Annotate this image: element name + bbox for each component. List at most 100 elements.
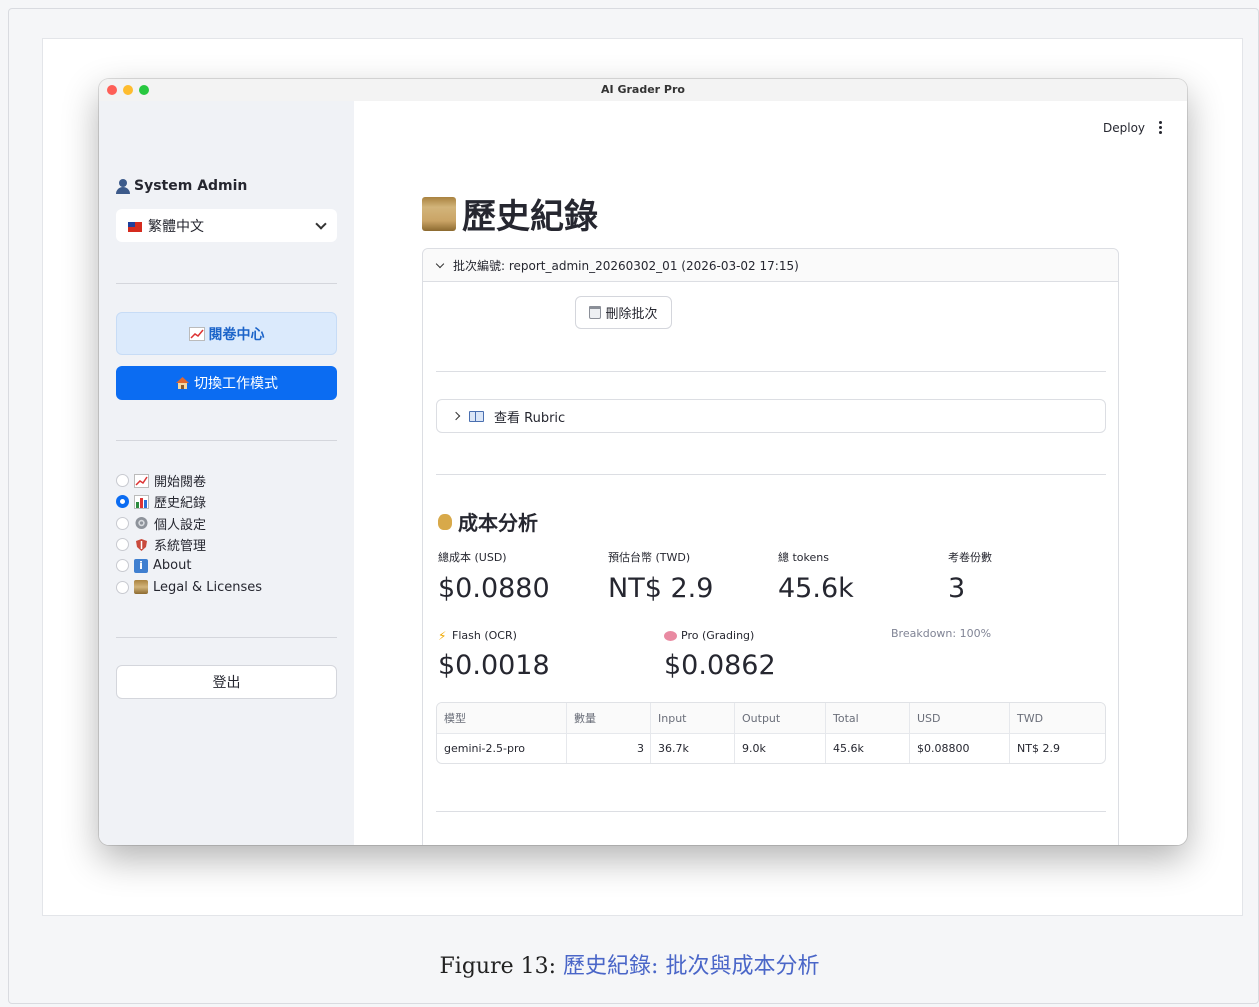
batch-expander-header[interactable]: 批次編號: report_admin_20260302_01 (2026-03-… — [423, 249, 1118, 282]
chart-up-icon — [188, 326, 205, 341]
metric-pro: Pro (Grading) $0.0862 — [664, 629, 776, 681]
radio-button[interactable] — [116, 516, 129, 530]
sidebar-divider — [116, 637, 337, 638]
table-cell[interactable]: $0.08800 — [910, 734, 1010, 763]
gear-icon — [135, 517, 148, 530]
column-header[interactable]: Total — [826, 703, 910, 734]
more-menu-icon[interactable] — [1159, 121, 1163, 135]
nav-label: Legal & Licenses — [153, 579, 263, 595]
metric-value: $0.0018 — [438, 650, 550, 681]
metric-label: Flash (OCR) — [452, 629, 517, 642]
maximize-window-button[interactable] — [139, 85, 149, 95]
nav-label: 系統管理 — [154, 539, 207, 555]
delete-batch-button[interactable]: 刪除批次 — [575, 296, 672, 329]
metric-value: 45.6k — [778, 573, 854, 604]
nav-item-start-grading[interactable]: 開始閱卷 — [116, 470, 262, 491]
nav-item-history[interactable]: 歷史紀錄 — [116, 491, 262, 512]
batch-label: 批次編號: report_admin_20260302_01 (2026-03-… — [453, 258, 799, 273]
metric-value: $0.0880 — [438, 573, 550, 604]
chevron-down-icon — [315, 217, 327, 230]
table-cell[interactable]: 3 — [567, 734, 651, 763]
radio-button[interactable] — [116, 474, 129, 488]
chevron-right-icon — [451, 411, 461, 421]
metric-label: Pro (Grading) — [681, 629, 755, 642]
column-header[interactable]: 模型 — [437, 703, 567, 734]
radio-button[interactable] — [116, 538, 129, 552]
column-header[interactable]: USD — [910, 703, 1010, 734]
close-window-button[interactable] — [107, 85, 117, 95]
table-header-row: 模型 數量 Input Output Total USD TWD — [437, 703, 1105, 734]
metric-flash: ⚡ Flash (OCR) $0.0018 — [438, 629, 550, 681]
book-icon — [469, 410, 484, 422]
deploy-button[interactable]: Deploy — [1103, 121, 1145, 135]
batch-expander: 批次編號: report_admin_20260302_01 (2026-03-… — [422, 248, 1119, 845]
table-cell[interactable]: NT$ 2.9 — [1010, 734, 1105, 763]
table-cell[interactable]: 45.6k — [826, 734, 910, 763]
grading-center-button[interactable]: 閱卷中心 — [116, 312, 337, 355]
divider — [436, 371, 1106, 372]
sidebar-divider — [116, 283, 337, 284]
sidebar-divider — [116, 440, 337, 441]
switch-mode-label: 切換工作模式 — [194, 376, 278, 392]
bar-chart-icon — [134, 494, 149, 509]
figure-caption: Figure 13: 歷史紀錄: 批次與成本分析 — [0, 948, 1259, 980]
metric-value: NT$ 2.9 — [608, 573, 714, 604]
metric-tokens: 總 tokens 45.6k — [778, 549, 854, 604]
grading-center-label: 閱卷中心 — [208, 326, 265, 343]
window-title: AI Grader Pro — [601, 83, 685, 96]
nav-item-personal-settings[interactable]: 個人設定 — [116, 513, 262, 534]
logout-button[interactable]: 登出 — [116, 665, 337, 699]
user-icon — [116, 179, 130, 194]
column-header[interactable]: 數量 — [567, 703, 651, 734]
scroll-icon — [422, 196, 456, 231]
switch-mode-button[interactable]: 切換工作模式 — [116, 366, 337, 400]
table-row: gemini-2.5-pro 3 36.7k 9.0k 45.6k $0.088… — [437, 734, 1105, 763]
metric-total-usd: 總成本 (USD) $0.0880 — [438, 549, 550, 604]
cost-title-text: 成本分析 — [458, 511, 538, 535]
money-bag-icon — [438, 513, 452, 530]
main-content: Deploy 歷史紀錄 批次編號: report_admin_20260302_… — [354, 101, 1187, 845]
breakdown-text: Breakdown: 100% — [891, 627, 992, 640]
user-info: System Admin — [116, 178, 247, 194]
sidebar: System Admin 繁體中文 閱卷中心 切換工作模式 開始閱卷 歷史紀錄 … — [99, 101, 354, 845]
info-icon: i — [134, 558, 148, 573]
metric-value: $0.0862 — [664, 650, 776, 681]
nav-label: 個人設定 — [154, 517, 207, 533]
language-select[interactable]: 繁體中文 — [116, 209, 337, 242]
metric-twd: 預估台幣 (TWD) NT$ 2.9 — [608, 549, 713, 604]
table-cell[interactable]: gemini-2.5-pro — [437, 734, 567, 763]
taiwan-flag-icon — [128, 221, 142, 232]
app-window: AI Grader Pro System Admin 繁體中文 閱卷中心 切換工… — [99, 79, 1187, 845]
column-header[interactable]: TWD — [1010, 703, 1105, 734]
lightning-icon: ⚡ — [438, 628, 447, 643]
table-cell[interactable]: 9.0k — [735, 734, 826, 763]
shield-icon — [136, 538, 147, 551]
language-value: 繁體中文 — [148, 218, 204, 235]
column-header[interactable]: Output — [735, 703, 826, 734]
figure-caption-text: 歷史紀錄: 批次與成本分析 — [563, 954, 820, 979]
rubric-expander[interactable]: 查看 Rubric — [436, 399, 1106, 433]
divider — [436, 474, 1106, 475]
trash-icon — [589, 306, 602, 319]
nav-label: 開始閱卷 — [154, 475, 207, 491]
metric-label: 預估台幣 (TWD) — [608, 551, 691, 564]
house-icon — [176, 377, 189, 389]
radio-button-selected[interactable] — [116, 495, 129, 509]
page-navigation: 開始閱卷 歷史紀錄 個人設定 系統管理 i About Legal & Lice… — [116, 470, 262, 598]
nav-item-legal[interactable]: Legal & Licenses — [116, 576, 262, 597]
nav-item-system-admin[interactable]: 系統管理 — [116, 534, 262, 555]
brain-icon — [664, 630, 677, 641]
table-cell[interactable]: 36.7k — [651, 734, 735, 763]
minimize-window-button[interactable] — [123, 85, 133, 95]
radio-button[interactable] — [116, 580, 129, 594]
metric-label: 考卷份數 — [948, 551, 992, 564]
divider — [436, 811, 1106, 812]
nav-label: 歷史紀錄 — [154, 496, 207, 512]
nav-item-about[interactable]: i About — [116, 555, 262, 576]
cost-section-title: 成本分析 — [438, 507, 538, 536]
radio-button[interactable] — [116, 559, 129, 573]
column-header[interactable]: Input — [651, 703, 735, 734]
page-title: 歷史紀錄 — [422, 189, 598, 238]
nav-label: About — [153, 558, 192, 574]
metric-label: 總成本 (USD) — [438, 551, 507, 564]
